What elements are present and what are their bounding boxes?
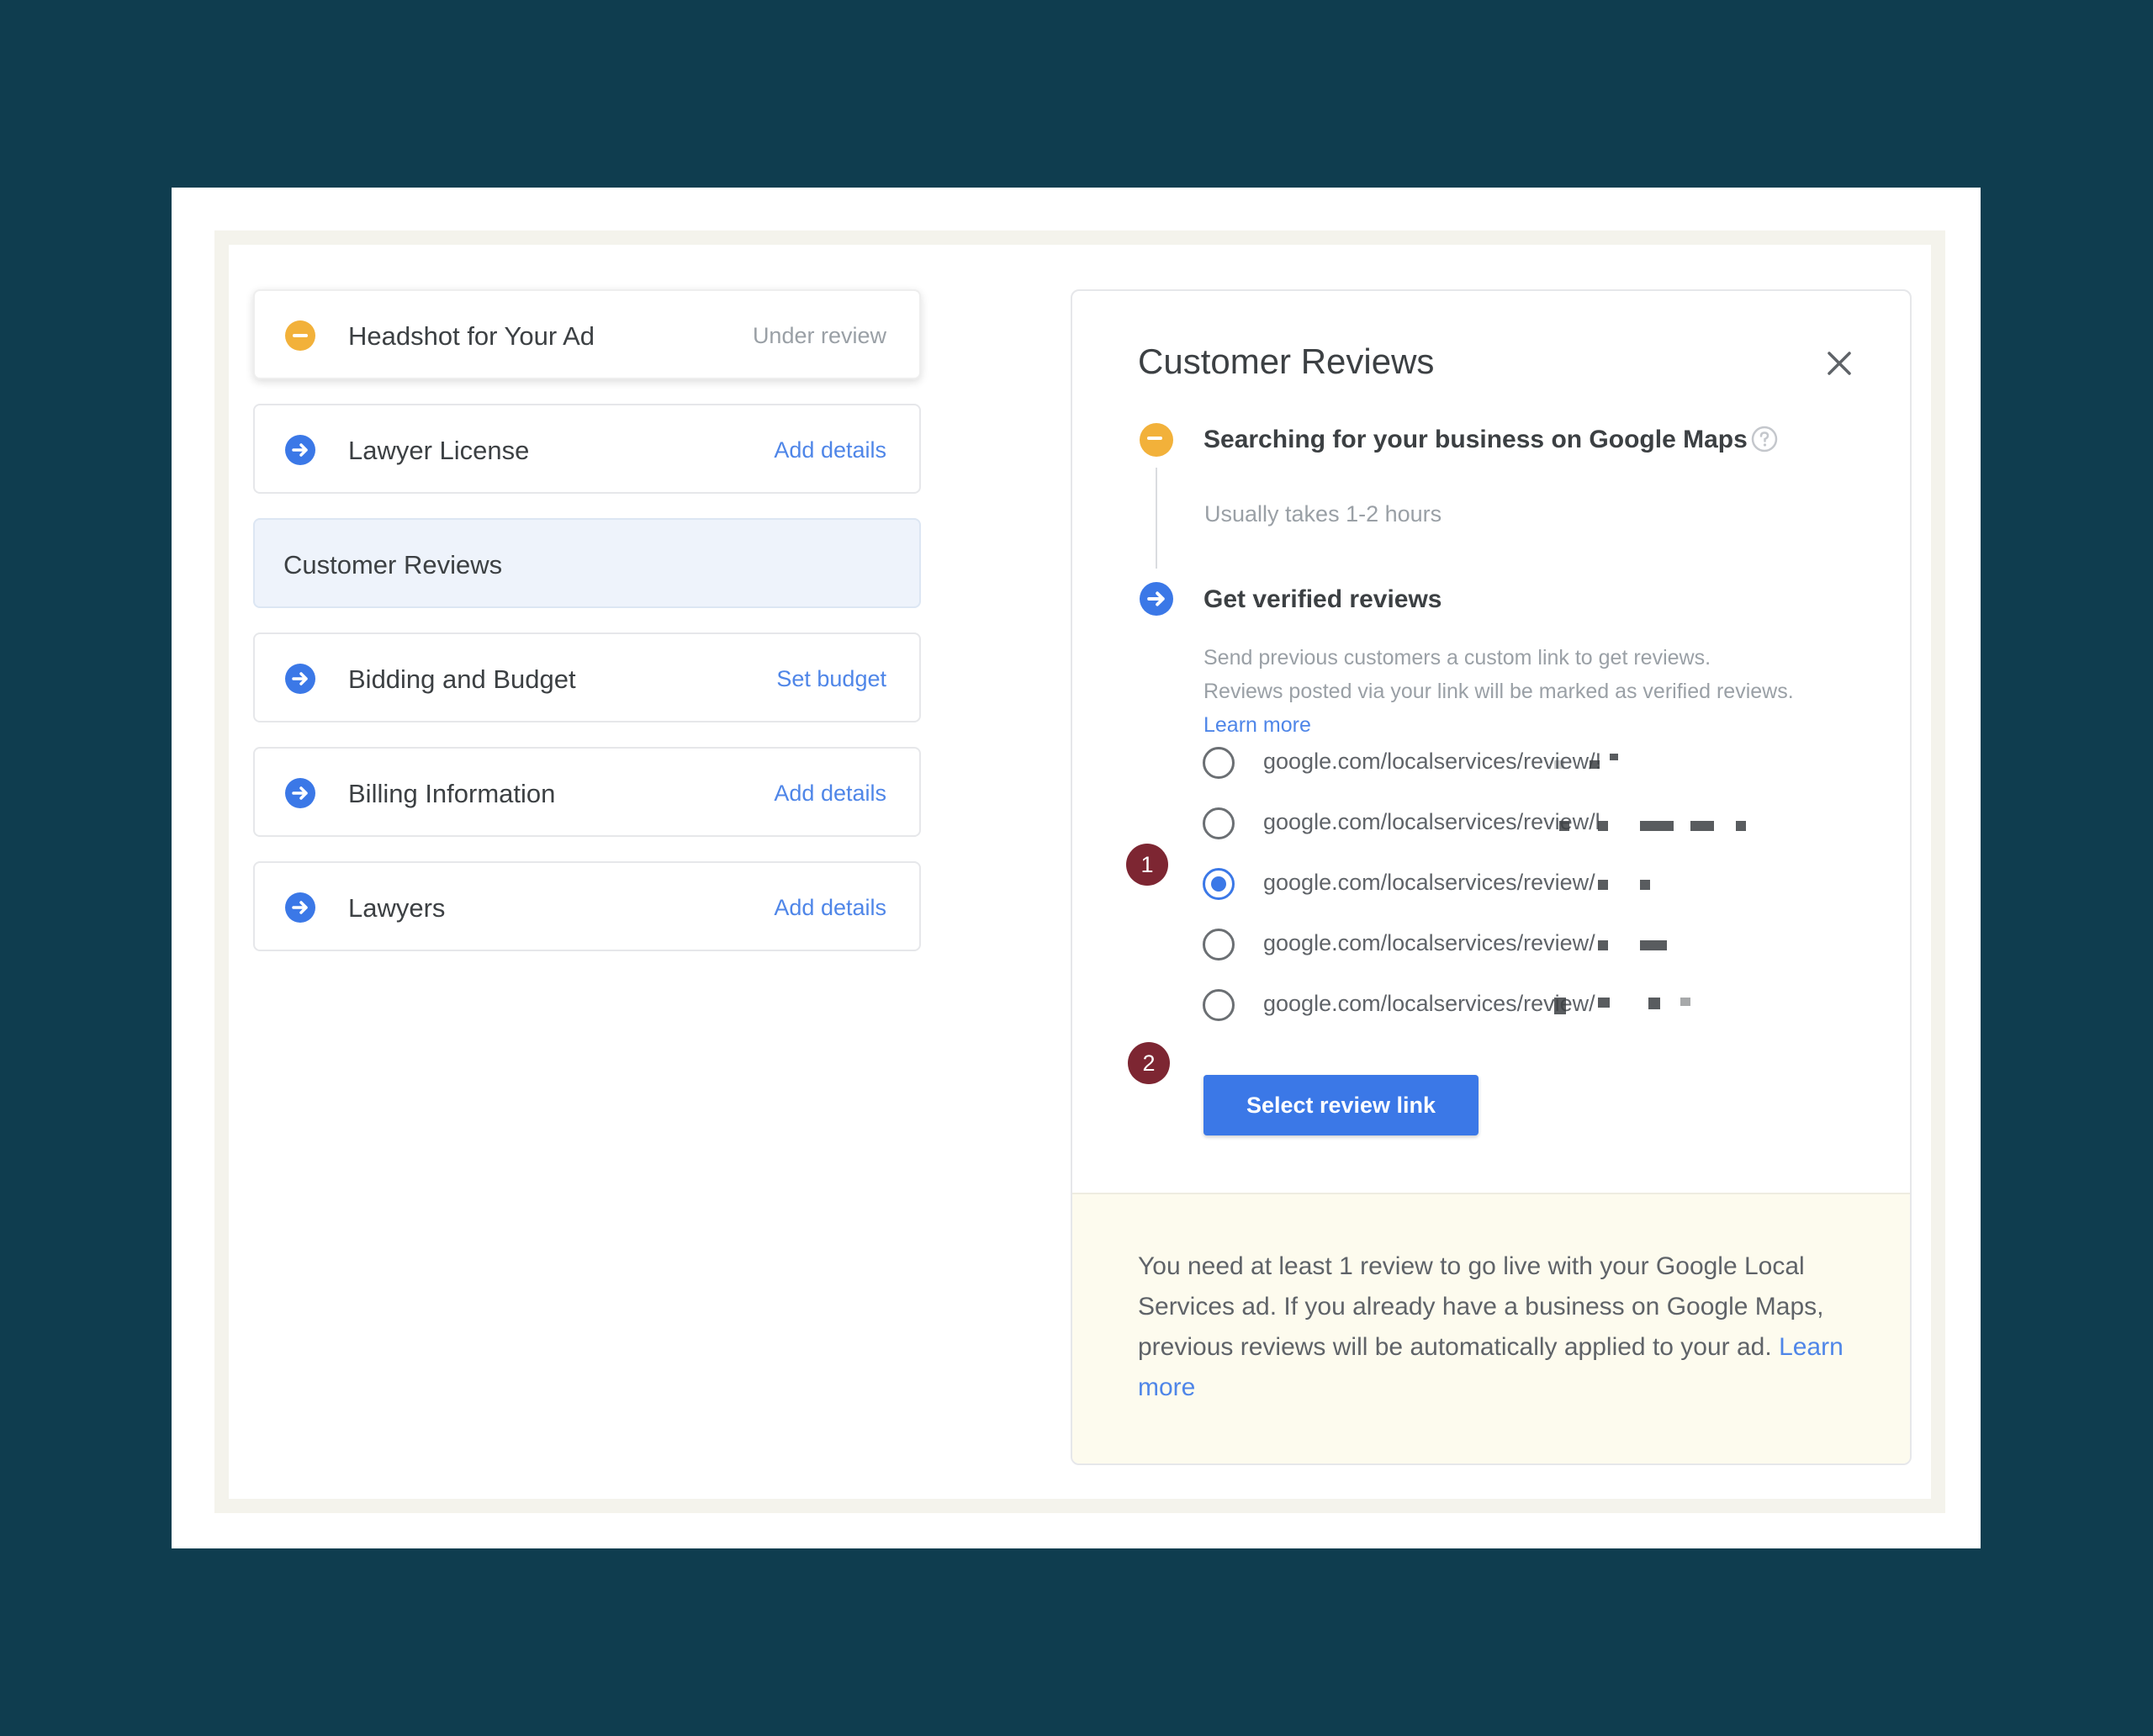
step-headshot[interactable]: Headshot for Your Ad Under review (253, 289, 921, 379)
screenshot-border: Headshot for Your Ad Under review Lawyer… (214, 230, 1945, 1513)
help-icon[interactable] (1750, 425, 1779, 453)
set-budget-link[interactable]: Set budget (776, 634, 886, 724)
add-details-link[interactable]: Add details (774, 405, 886, 495)
close-icon[interactable] (1822, 347, 1856, 380)
add-details-link[interactable]: Add details (774, 749, 886, 839)
step-lawyer-license[interactable]: Lawyer License Add details (253, 404, 921, 494)
redacted-text (1690, 821, 1714, 831)
redacted-text (1598, 821, 1608, 831)
select-review-link-button[interactable]: Select review link (1203, 1075, 1479, 1135)
arrow-right-circle-icon (285, 435, 315, 465)
redacted-text (1648, 998, 1660, 1009)
step-status-text: Under review (752, 323, 886, 348)
customer-reviews-panel: Customer Reviews Searching for your busi… (1071, 289, 1912, 1465)
review-link-option[interactable]: google.com/localservices/review/ (1203, 925, 1875, 967)
timeline-connector (1156, 468, 1157, 569)
step-label: Customer Reviews (283, 550, 503, 580)
step-billing-information[interactable]: Billing Information Add details (253, 747, 921, 837)
panel-title: Customer Reviews (1138, 341, 1435, 381)
verified-reviews-description: Send previous customers a custom link to… (1203, 641, 1893, 742)
description-line: Send previous customers a custom link to… (1203, 646, 1711, 670)
redacted-text (1598, 880, 1608, 890)
verified-reviews-title: Get verified reviews (1203, 585, 1442, 613)
review-link-url: google.com/localservices/review/l (1263, 809, 1600, 834)
step-label: Headshot for Your Ad (348, 321, 595, 351)
annotation-badge-2: 2 (1128, 1042, 1170, 1084)
redacted-text (1610, 754, 1618, 760)
radio-button[interactable] (1203, 747, 1235, 779)
review-link-option[interactable]: google.com/localservices/review/ (1203, 986, 1875, 1028)
review-link-url: google.com/localservices/review/! (1263, 749, 1602, 774)
maps-search-title: Searching for your business on Google Ma… (1203, 426, 1748, 453)
review-link-url: google.com/localservices/review/ (1263, 870, 1595, 895)
radio-button[interactable] (1203, 989, 1235, 1021)
step-customer-reviews[interactable]: Customer Reviews (253, 518, 921, 608)
learn-more-link[interactable]: Learn more (1203, 708, 1893, 742)
redacted-text (1598, 998, 1610, 1008)
radio-button[interactable] (1203, 929, 1235, 961)
arrow-right-circle-icon (285, 664, 315, 694)
arrow-right-circle-icon (285, 778, 315, 808)
arrow-right-circle-icon (1140, 582, 1173, 616)
redacted-text (1559, 821, 1569, 831)
redacted-text (1640, 940, 1667, 950)
arrow-right-circle-icon (285, 892, 315, 923)
redacted-text (1736, 821, 1746, 831)
redacted-text (1680, 998, 1690, 1006)
info-text: You need at least 1 review to go live wi… (1138, 1246, 1861, 1408)
step-label: Bidding and Budget (348, 664, 576, 694)
redacted-text (1590, 760, 1600, 769)
radio-button[interactable] (1203, 807, 1235, 839)
review-link-option[interactable]: google.com/localservices/review/! (1203, 744, 1875, 786)
pending-status-icon (285, 320, 315, 351)
redacted-text (1554, 998, 1566, 1014)
redacted-text (1640, 880, 1650, 890)
info-box: You need at least 1 review to go live wi… (1072, 1193, 1910, 1463)
redacted-text (1598, 940, 1608, 950)
step-bidding-budget[interactable]: Bidding and Budget Set budget (253, 632, 921, 722)
redacted-text (1640, 821, 1674, 831)
pending-status-icon (1140, 423, 1173, 457)
step-label: Lawyers (348, 893, 446, 923)
review-link-option[interactable]: google.com/localservices/review/l (1203, 804, 1875, 846)
step-label: Lawyer License (348, 436, 530, 465)
description-line: Reviews posted via your link will be mar… (1203, 680, 1794, 703)
add-details-link[interactable]: Add details (774, 863, 886, 953)
duration-note: Usually takes 1-2 hours (1204, 501, 1442, 527)
radio-button-selected[interactable] (1203, 868, 1235, 900)
step-label: Billing Information (348, 779, 556, 808)
screenshot-frame: Headshot for Your Ad Under review Lawyer… (172, 188, 1981, 1548)
step-lawyers[interactable]: Lawyers Add details (253, 861, 921, 951)
review-link-option-selected[interactable]: google.com/localservices/review/ (1203, 865, 1875, 907)
app-canvas: Headshot for Your Ad Under review Lawyer… (229, 245, 1931, 1499)
redacted-text (1554, 760, 1564, 769)
review-link-url: google.com/localservices/review/ (1263, 930, 1595, 955)
review-link-url: google.com/localservices/review/ (1263, 991, 1595, 1016)
info-message: You need at least 1 review to go live wi… (1138, 1252, 1824, 1361)
annotation-badge-1: 1 (1126, 844, 1168, 886)
